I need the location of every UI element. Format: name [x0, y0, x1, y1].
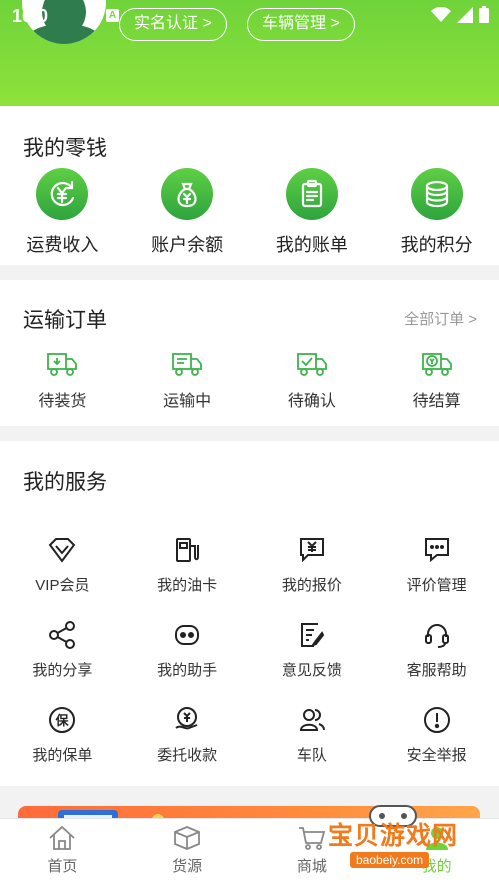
service-item-label: 我的报价 — [281, 577, 342, 594]
orders-section: 运输订单 全部订单 > 待装货 运输中 待确认 待结算 — [0, 280, 499, 426]
service-item-vip[interactable]: VIP会员 — [0, 535, 125, 595]
quote-yuan-icon — [297, 535, 327, 565]
service-item-label: 车队 — [296, 747, 327, 764]
clipboard-icon — [285, 168, 338, 220]
order-item-in-transit[interactable]: 运输中 — [125, 350, 250, 411]
all-orders-link[interactable]: 全部订单 > — [404, 308, 477, 329]
service-item-label: 安全举报 — [406, 747, 467, 764]
order-item-label: 待确认 — [287, 393, 336, 410]
wallet-title: 我的零钱 — [23, 137, 107, 160]
truck-loading-icon — [47, 353, 78, 376]
service-item-quote[interactable]: 我的报价 — [250, 535, 375, 595]
order-item-pending-load[interactable]: 待装货 — [0, 350, 125, 411]
battery-icon — [479, 6, 489, 23]
service-item-label: 客服帮助 — [406, 662, 467, 679]
watermark-text: 宝贝游戏网 — [328, 822, 459, 850]
service-item-reviews[interactable]: 评价管理 — [374, 535, 499, 595]
fuel-pump-icon — [172, 535, 202, 565]
money-bag-icon — [161, 168, 214, 220]
income-exchange-icon — [36, 168, 89, 220]
order-item-pending-settle[interactable]: 待结算 — [374, 350, 499, 411]
service-item-label: 我的分享 — [32, 662, 93, 679]
profile-header: 10:0 A 实名认证 > 车辆管理 > — [0, 0, 499, 106]
order-item-label: 待结算 — [412, 393, 461, 410]
truck-yuan-icon — [421, 353, 452, 376]
wallet-item-points[interactable]: 我的积分 — [374, 168, 499, 257]
service-item-safety-report[interactable]: 安全举报 — [374, 705, 499, 765]
service-item-label: 我的油卡 — [157, 577, 218, 594]
box-icon — [174, 826, 201, 850]
tab-cargo[interactable]: 货源 — [125, 819, 250, 887]
services-title: 我的服务 — [23, 471, 107, 494]
status-icons — [431, 6, 489, 23]
wifi-icon — [431, 6, 451, 22]
service-item-share[interactable]: 我的分享 — [0, 620, 125, 680]
share-icon — [47, 620, 77, 650]
order-item-pending-confirm[interactable]: 待确认 — [250, 350, 375, 411]
diamond-icon — [47, 535, 77, 565]
tab-label: 货源 — [172, 858, 203, 875]
service-item-assistant[interactable]: 我的助手 — [125, 620, 250, 680]
headset-icon — [422, 620, 452, 650]
service-item-label: 委托收款 — [157, 747, 218, 764]
chat-bubble-icon — [422, 535, 452, 565]
team-icon — [297, 705, 327, 735]
order-item-label: 运输中 — [163, 393, 212, 410]
wallet-item-balance[interactable]: 账户余额 — [125, 168, 250, 257]
status-time: 10:0 — [12, 6, 49, 26]
vehicle-management-button[interactable]: 车辆管理 > — [247, 8, 355, 41]
order-item-label: 待装货 — [38, 393, 87, 410]
service-item-fuel-card[interactable]: 我的油卡 — [125, 535, 250, 595]
service-item-label: 我的保单 — [32, 747, 93, 764]
watermark-url: baobeiy.com — [350, 852, 430, 868]
service-item-label: 评价管理 — [406, 577, 467, 594]
orders-title: 运输订单 — [23, 309, 107, 332]
home-icon — [49, 825, 75, 850]
svg-text:保: 保 — [55, 713, 70, 729]
status-a-badge: A — [106, 9, 119, 22]
service-item-label: 意见反馈 — [281, 662, 342, 679]
truck-check-icon — [296, 353, 327, 376]
service-item-label: 我的助手 — [157, 662, 218, 679]
tab-label: 首页 — [47, 858, 78, 875]
service-item-support[interactable]: 客服帮助 — [374, 620, 499, 680]
wallet-item-label: 我的账单 — [275, 235, 348, 255]
service-item-insurance[interactable]: 保 我的保单 — [0, 705, 125, 765]
wallet-item-label: 我的积分 — [400, 235, 473, 255]
service-item-fleet[interactable]: 车队 — [250, 705, 375, 765]
verify-identity-button[interactable]: 实名认证 > — [119, 8, 227, 41]
wallet-item-freight-income[interactable]: 运费收入 — [0, 168, 125, 257]
wallet-item-bills[interactable]: 我的账单 — [250, 168, 375, 257]
service-item-collection[interactable]: 委托收款 — [125, 705, 250, 765]
wallet-item-label: 账户余额 — [151, 235, 224, 255]
hand-yuan-icon — [172, 705, 202, 735]
service-item-label: VIP会员 — [35, 577, 90, 594]
wallet-item-label: 运费收入 — [26, 235, 99, 255]
feedback-edit-icon — [297, 620, 327, 650]
robot-icon — [172, 620, 202, 650]
alert-icon — [422, 705, 452, 735]
services-section: 我的服务 VIP会员 我的油卡 我的报价 评价管理 我的分享 我的助手 意见反馈… — [0, 441, 499, 786]
coin-stack-icon — [410, 168, 463, 220]
service-item-feedback[interactable]: 意见反馈 — [250, 620, 375, 680]
site-watermark: 宝贝游戏网 baobeiy.com — [298, 800, 478, 880]
insurance-icon: 保 — [47, 705, 77, 735]
truck-moving-icon — [172, 353, 203, 376]
wallet-section: 我的零钱 运费收入 账户余额 我的账单 我的积分 — [0, 106, 499, 265]
signal-icon — [457, 6, 473, 23]
tab-home[interactable]: 首页 — [0, 819, 125, 887]
